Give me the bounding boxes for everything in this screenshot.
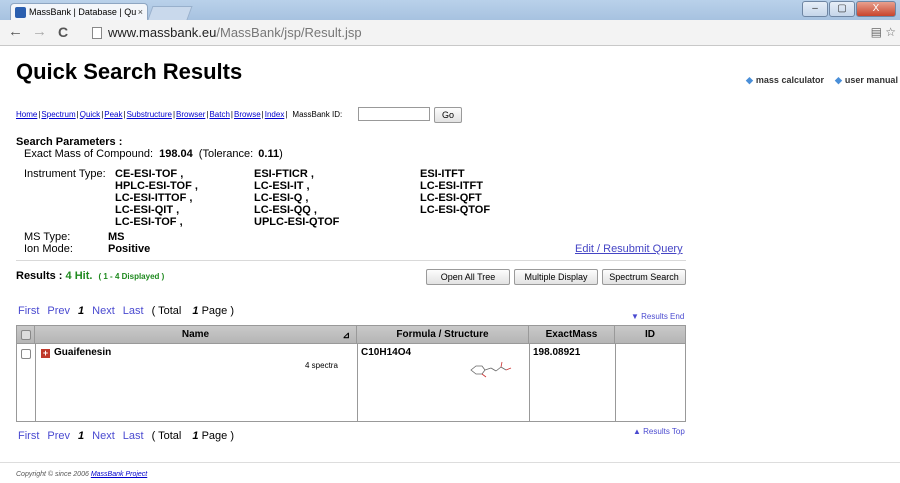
pager-total: ( Total 1 Page ) xyxy=(151,430,234,442)
divider xyxy=(16,260,686,261)
formula: C10H14O4 xyxy=(361,347,412,358)
address-bar[interactable]: www.massbank.eu/MassBank/jsp/Result.jsp xyxy=(82,23,862,43)
ms-type-label: MS Type: xyxy=(24,231,71,243)
structure-thumbnail xyxy=(470,361,512,378)
search-parameters-title: Search Parameters : xyxy=(16,136,123,148)
browser-toolbar: ← → C www.massbank.eu/MassBank/jsp/Resul… xyxy=(0,20,900,46)
ion-mode-value: Positive xyxy=(108,243,151,255)
url-host: www.massbank.eu xyxy=(108,25,217,40)
pager-last-link[interactable]: Last xyxy=(123,305,144,317)
column-header-name[interactable]: Name ⊿ xyxy=(35,326,357,344)
nav-quick[interactable]: Quick xyxy=(80,110,100,119)
maximize-button[interactable]: ▢ xyxy=(829,1,855,17)
instrument-list-col3: ESI-ITFT LC-ESI-ITFT LC-ESI-QFT LC-ESI-Q… xyxy=(420,168,491,216)
window-controls: – ▢ X xyxy=(801,1,896,17)
footer-divider xyxy=(0,462,900,463)
pager-first-link[interactable]: First xyxy=(18,430,39,442)
results-top-link[interactable]: ▲ Results Top xyxy=(633,427,685,436)
column-divider xyxy=(615,344,616,421)
close-window-button[interactable]: X xyxy=(856,1,896,17)
hit-count: 4 Hit. xyxy=(65,270,93,282)
pager-next-link[interactable]: Next xyxy=(92,305,115,317)
nav-spectrum[interactable]: Spectrum xyxy=(41,110,75,119)
results-table: Name ⊿ Formula / Structure ExactMass ID … xyxy=(16,325,686,422)
massbank-project-link[interactable]: MassBank Project xyxy=(91,471,147,478)
diamond-bullet-icon: ◆ xyxy=(835,75,842,85)
nav-batch[interactable]: Batch xyxy=(209,110,229,119)
instrument-list-col2: ESI-FTICR , LC-ESI-IT , LC-ESI-Q , LC-ES… xyxy=(254,168,340,228)
exact-mass-value: 198.04 xyxy=(159,148,193,160)
browser-titlebar: MassBank | Database | Qu × – ▢ X xyxy=(0,0,900,20)
nav-home[interactable]: Home xyxy=(16,110,37,119)
ms-type-value: MS xyxy=(108,231,125,243)
nav-peak[interactable]: Peak xyxy=(104,110,122,119)
results-summary: Results : 4 Hit. ( 1 - 4 Displayed ) xyxy=(16,270,165,282)
compound-name[interactable]: Guaifenesin xyxy=(54,347,111,358)
reload-icon[interactable]: C xyxy=(58,24,68,40)
multiple-display-button[interactable]: Multiple Display xyxy=(514,269,598,285)
pager-bottom: First Prev 1 Next Last ( Total 1 Page ) xyxy=(18,430,250,442)
exact-mass-line: Exact Mass of Compound: 198.04 (Toleranc… xyxy=(24,148,283,160)
diamond-bullet-icon: ◆ xyxy=(746,75,753,85)
nav-browser[interactable]: Browser xyxy=(176,110,205,119)
pager-next-link[interactable]: Next xyxy=(92,430,115,442)
pager-prev-link[interactable]: Prev xyxy=(47,430,70,442)
tolerance-value: 0.11 xyxy=(258,148,280,160)
nav-bar: Home|Spectrum|Quick|Peak|Substructure|Br… xyxy=(16,110,343,119)
browser-tab[interactable]: MassBank | Database | Qu × xyxy=(10,3,148,20)
pager-current-page: 1 xyxy=(78,305,85,317)
instrument-type-label: Instrument Type: xyxy=(24,168,106,180)
column-divider xyxy=(357,344,358,421)
sort-icon[interactable]: ⊿ xyxy=(342,326,350,344)
expand-icon[interactable]: + xyxy=(41,349,50,358)
back-arrow-icon[interactable]: ← xyxy=(8,24,23,40)
table-header: Name ⊿ Formula / Structure ExactMass ID xyxy=(17,326,685,344)
column-header-id: ID xyxy=(645,329,655,340)
pager-prev-link[interactable]: Prev xyxy=(47,305,70,317)
pager-total: ( Total 1 Page ) xyxy=(151,305,234,317)
column-divider xyxy=(529,344,530,421)
pager-top: First Prev 1 Next Last ( Total 1 Page ) xyxy=(18,305,250,317)
new-tab-button[interactable] xyxy=(147,6,193,20)
copyright: Copyright © since 2006 MassBank Project xyxy=(16,471,148,478)
pager-current-page: 1 xyxy=(78,430,85,442)
pager-first-link[interactable]: First xyxy=(18,305,39,317)
bookmark-star-icon[interactable]: ▤ ☆ xyxy=(871,25,896,39)
spectrum-search-button[interactable]: Spectrum Search xyxy=(602,269,686,285)
tab-title: MassBank | Database | Qu xyxy=(29,7,137,17)
massbank-favicon-icon xyxy=(15,7,26,18)
displayed-range: ( 1 - 4 Displayed ) xyxy=(98,272,165,281)
column-divider xyxy=(35,344,36,421)
select-all-checkbox[interactable] xyxy=(21,330,31,340)
minimize-button[interactable]: – xyxy=(802,1,828,17)
tab-close-icon[interactable]: × xyxy=(138,4,143,20)
results-end-link[interactable]: ▼ Results End xyxy=(631,312,684,321)
mass-calculator-link[interactable]: ◆ mass calculator xyxy=(746,75,824,86)
pager-last-link[interactable]: Last xyxy=(123,430,144,442)
nav-index[interactable]: Index xyxy=(265,110,285,119)
open-all-tree-button[interactable]: Open All Tree xyxy=(426,269,510,285)
page-title: Quick Search Results xyxy=(16,59,243,84)
nav-browse[interactable]: Browse xyxy=(234,110,261,119)
page-icon xyxy=(92,27,102,39)
instrument-list-col1: CE-ESI-TOF , HPLC-ESI-TOF , LC-ESI-ITTOF… xyxy=(115,168,198,228)
exact-mass: 198.08921 xyxy=(533,347,581,358)
massbank-id-label: MassBank ID: xyxy=(292,110,343,119)
spectra-count: 4 spectra xyxy=(305,361,338,370)
header-select-all xyxy=(17,326,35,344)
column-header-exactmass: ExactMass xyxy=(529,326,615,344)
row-checkbox[interactable] xyxy=(21,349,31,359)
column-header-formula: Formula / Structure xyxy=(357,326,529,344)
nav-substructure[interactable]: Substructure xyxy=(127,110,172,119)
url-path: /MassBank/jsp/Result.jsp xyxy=(216,25,362,40)
user-manual-link[interactable]: ◆ user manual xyxy=(835,75,898,86)
ion-mode-label: Ion Mode: xyxy=(24,243,73,255)
massbank-id-input[interactable] xyxy=(358,107,430,121)
forward-arrow-icon[interactable]: → xyxy=(32,24,47,40)
go-button[interactable]: Go xyxy=(434,107,462,123)
edit-resubmit-query-link[interactable]: Edit / Resubmit Query xyxy=(575,243,683,255)
